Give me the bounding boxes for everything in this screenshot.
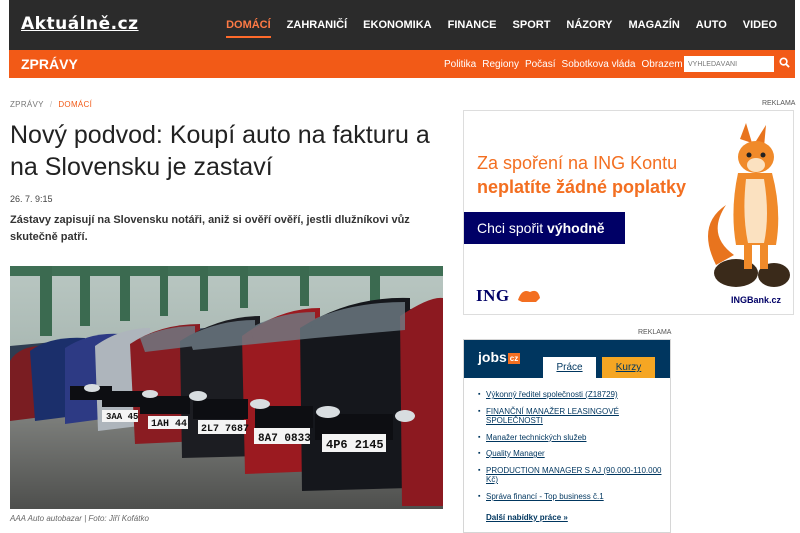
subnav-obrazem[interactable]: Obrazem	[638, 59, 685, 70]
jobs-logo-text: jobs	[478, 349, 507, 365]
subnav-sobotkova-vlada[interactable]: Sobotkova vláda	[559, 59, 639, 70]
ing-ad-headline: Za spoření na ING Kontu	[477, 153, 678, 173]
breadcrumb-separator: /	[49, 100, 53, 109]
ing-ad-subheadline: neplatíte žádné poplatky	[477, 177, 687, 197]
nav-sport[interactable]: SPORT	[505, 0, 559, 50]
fox-mascot-icon	[708, 123, 790, 287]
job-item[interactable]: Výkonný ředitel společnosti (Z18729)	[478, 390, 663, 400]
plate-5: 4P6 2145	[326, 438, 384, 452]
jobs-logo-cz: cz	[507, 353, 521, 364]
breadcrumb-domaci[interactable]: DOMÁCÍ	[58, 100, 92, 109]
job-item-link[interactable]: Quality Manager	[486, 449, 545, 458]
subnav-politika[interactable]: Politika	[441, 59, 479, 70]
photo-caption: AAA Auto autobazar | Foto: Jiří Kofátko	[10, 514, 149, 523]
subnav-regiony[interactable]: Regiony	[479, 59, 522, 70]
job-item-link[interactable]: PRODUCTION MANAGER S AJ (90.000-110.000 …	[486, 466, 661, 485]
site-logo-text[interactable]: Aktuálně.cz	[21, 14, 139, 34]
main-nav: DOMÁCÍ ZAHRANIČÍ EKONOMIKA FINANCE SPORT…	[218, 0, 785, 50]
nav-finance[interactable]: FINANCE	[440, 0, 505, 50]
ing-lion-icon	[518, 290, 540, 302]
article-photo[interactable]: 3AA 45 1AH 44 2L7 7687 8A7 0833 4P6 2145	[10, 266, 443, 509]
job-item[interactable]: Quality Manager	[478, 449, 663, 459]
breadcrumb-zpravy[interactable]: ZPRÁVY	[10, 100, 44, 109]
nav-zahranici[interactable]: ZAHRANIČÍ	[279, 0, 356, 50]
nav-ekonomika[interactable]: EKONOMIKA	[355, 0, 439, 50]
breadcrumb: ZPRÁVY / DOMÁCÍ	[10, 100, 92, 109]
job-item[interactable]: PRODUCTION MANAGER S AJ (90.000-110.000 …	[478, 466, 663, 485]
site-logo[interactable]: Aktuálně.cz	[21, 14, 139, 34]
search-input[interactable]	[684, 56, 774, 72]
job-item[interactable]: FINANČNÍ MANAŽER LEASINGOVÉ SPOLEČNOSTI	[478, 407, 663, 426]
nav-domaci[interactable]: DOMÁCÍ	[218, 0, 279, 50]
job-item-link[interactable]: FINANČNÍ MANAŽER LEASINGOVÉ SPOLEČNOSTI	[486, 407, 619, 426]
nav-magazin[interactable]: MAGAZÍN	[620, 0, 687, 50]
article-title: Nový podvod: Koupí auto na fakturu a na …	[10, 121, 430, 181]
nav-auto[interactable]: AUTO	[688, 0, 735, 50]
jobs-list: Výkonný ředitel společnosti (Z18729) FIN…	[478, 390, 663, 508]
article-perex: Zástavy zapisují na Slovensku notáři, an…	[10, 214, 410, 243]
job-item[interactable]: Správa financí - Top business č.1	[478, 492, 663, 502]
ing-banner-ad[interactable]: Za spoření na ING Kontu neplatíte žádné …	[463, 110, 794, 315]
ad-label-jobs: REKLAMA	[638, 329, 672, 336]
search-icon[interactable]	[779, 57, 790, 68]
more-jobs-link[interactable]: Další nabídky práce »	[486, 513, 568, 522]
plate-1: 3AA 45	[106, 412, 138, 422]
ing-url: INGBank.cz	[730, 295, 781, 305]
job-item-link[interactable]: Manažer technických služeb	[486, 433, 587, 442]
ing-cta-bold: výhodně	[547, 220, 605, 236]
section-subnav: Politika Regiony Počasí Sobotkova vláda …	[441, 50, 686, 78]
ad-label-top: REKLAMA	[762, 100, 796, 107]
nav-video[interactable]: VIDEO	[735, 0, 785, 50]
top-navigation-bar: Aktuálně.cz DOMÁCÍ ZAHRANIČÍ EKONOMIKA F…	[9, 0, 795, 50]
cars-photo-illustration: 3AA 45 1AH 44 2L7 7687 8A7 0833 4P6 2145	[10, 266, 443, 509]
ing-cta-button[interactable]: Chci spořit výhodně	[464, 212, 625, 244]
tab-kurzy[interactable]: Kurzy	[602, 357, 655, 378]
plate-2: 1AH 44	[151, 419, 187, 430]
jobs-logo[interactable]: jobs cz	[478, 349, 521, 365]
article-date: 26. 7. 9:15	[10, 194, 53, 204]
section-bar: ZPRÁVY Politika Regiony Počasí Sobotkova…	[9, 50, 795, 78]
ing-cta-text: Chci spořit	[477, 220, 548, 236]
subnav-pocasi[interactable]: Počasí	[522, 59, 559, 70]
job-item-link[interactable]: Výkonný ředitel společnosti (Z18729)	[486, 390, 618, 399]
plate-4: 8A7 0833	[258, 433, 311, 445]
plate-3: 2L7 7687	[201, 424, 249, 435]
ing-logo: ING	[476, 286, 510, 305]
section-title[interactable]: ZPRÁVY	[21, 50, 78, 78]
nav-nazory[interactable]: NÁZORY	[558, 0, 620, 50]
jobs-widget: jobscz Práce Kurzy Výkonný ředitel spole…	[463, 339, 671, 533]
job-item-link[interactable]: Správa financí - Top business č.1	[486, 492, 604, 501]
tab-prace[interactable]: Práce	[543, 357, 596, 378]
jobs-header: jobs cz Práce Kurzy	[464, 340, 670, 378]
job-item[interactable]: Manažer technických služeb	[478, 433, 663, 443]
